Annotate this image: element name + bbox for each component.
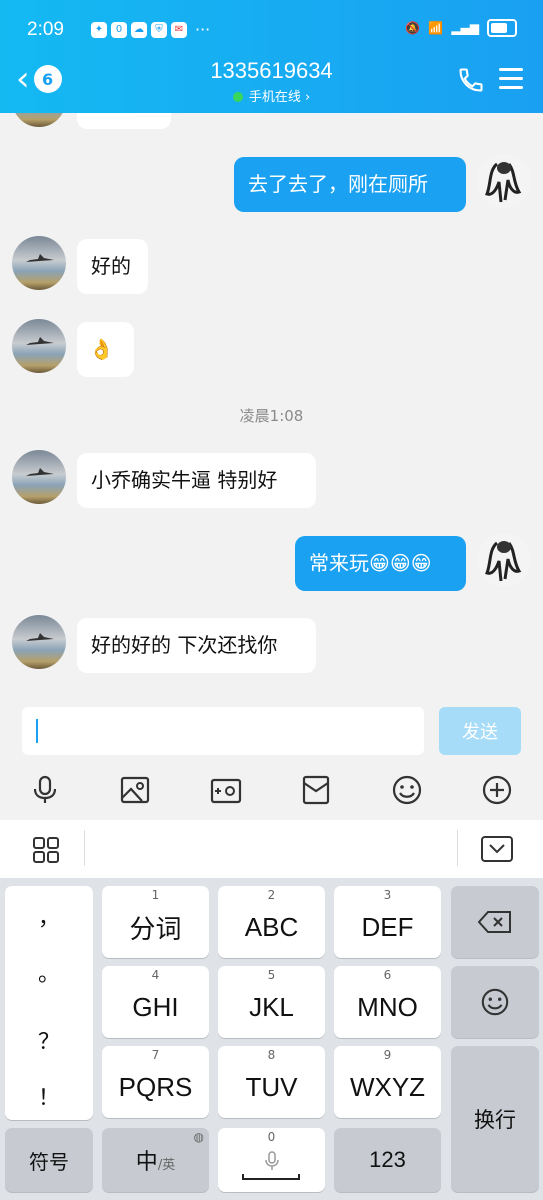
camera-icon[interactable] (210, 774, 242, 806)
chat-area[interactable]: 去了去了，刚在厕所 好的 👌 凌晨1:08 小乔确实牛逼 特别好 常来玩😁😁😁 … (0, 113, 543, 698)
grid-menu-icon[interactable] (32, 836, 60, 864)
message-bubble[interactable]: 好的 (77, 239, 148, 294)
wifi-icon: 📶 (428, 21, 444, 35)
punctuation-column[interactable]: ， 。 ？ ！ (5, 886, 93, 1120)
divider (457, 830, 458, 866)
phone-icon[interactable] (457, 66, 485, 94)
plane-icon (26, 254, 54, 262)
plane-icon (26, 337, 54, 345)
keyboard: ， 。 ？ ！ 1 分词 2 ABC 3 DEF 4 GHI 5 JKL 6 MNO 7 PQ… (0, 878, 543, 1200)
key-6[interactable]: 6 MNO (334, 966, 441, 1038)
emoji-icon (481, 988, 509, 1016)
message-bubble[interactable]: 常来玩😁😁😁 (295, 536, 466, 591)
key-question[interactable]: ？ (5, 1024, 93, 1056)
plus-icon[interactable] (481, 774, 513, 806)
message-bubble[interactable]: 👌 (77, 322, 134, 377)
image-icon[interactable] (119, 774, 151, 806)
key-2[interactable]: 2 ABC (218, 886, 325, 958)
emoji-icon[interactable] (391, 774, 423, 806)
backspace-icon (478, 911, 511, 933)
text-caret (36, 719, 38, 743)
microphone-icon (264, 1151, 279, 1170)
key-5[interactable]: 5 JKL (218, 966, 325, 1038)
my-avatar[interactable] (477, 154, 531, 208)
app-notification-icon: ✦ (91, 21, 107, 38)
hide-keyboard-icon[interactable] (481, 836, 513, 862)
online-status-text: 手机在线 › (248, 90, 311, 105)
red-packet-icon[interactable] (300, 774, 332, 806)
numeric-key[interactable]: 123 (334, 1128, 441, 1192)
globe-icon: ◍ (193, 1130, 204, 1144)
key-exclaim[interactable]: ！ (5, 1080, 93, 1112)
wechat-icon: ☁ (131, 21, 147, 38)
language-switch-key[interactable]: 中/英 ◍ (102, 1128, 209, 1192)
plane-icon (26, 468, 54, 476)
signal-icon: ▂▄▆ (451, 21, 479, 35)
chat-toolbar (0, 764, 543, 820)
symbols-key[interactable]: 符号 (5, 1128, 93, 1192)
battery-icon (487, 19, 517, 37)
menu-icon[interactable] (499, 68, 523, 90)
contact-avatar[interactable] (12, 113, 66, 127)
key-8[interactable]: 8 TUV (218, 1046, 325, 1118)
enter-key[interactable]: 换行 (451, 1046, 539, 1192)
my-avatar[interactable] (477, 533, 531, 587)
plane-icon (26, 633, 54, 641)
message-timestamp: 凌晨1:08 (239, 407, 304, 425)
key-1[interactable]: 1 分词 (102, 886, 209, 958)
message-bubble[interactable]: 小乔确实牛逼 特别好 (77, 453, 316, 508)
ime-toolbar (0, 820, 543, 879)
key-9[interactable]: 9 WXYZ (334, 1046, 441, 1118)
key-4[interactable]: 4 GHI (102, 966, 209, 1038)
key-comma[interactable]: ， (5, 900, 93, 932)
status-right: 🔕 📶 ▂▄▆ (405, 19, 517, 37)
contact-avatar[interactable] (12, 319, 66, 373)
mute-icon: 🔕 (405, 21, 421, 35)
shield-icon: ⛨ (151, 21, 167, 38)
space-key[interactable]: 0 (218, 1128, 325, 1192)
status-time: 2:09 (27, 19, 64, 40)
contact-avatar[interactable] (12, 615, 66, 669)
notification-icons: ✦ 0 ☁ ⛨ ✉ ··· (91, 20, 210, 39)
backspace-key[interactable] (451, 886, 539, 958)
message-bubble-partial (77, 113, 171, 129)
send-button[interactable]: 发送 (439, 707, 521, 755)
message-bubble[interactable]: 好的好的 下次还找你 (77, 618, 316, 673)
contact-avatar[interactable] (12, 450, 66, 504)
space-bar-icon (242, 1174, 300, 1180)
composer-bar: 发送 (0, 698, 543, 764)
key-3[interactable]: 3 DEF (334, 886, 441, 958)
key-7[interactable]: 7 PQRS (102, 1046, 209, 1118)
key-period[interactable]: 。 (5, 956, 93, 988)
contact-avatar[interactable] (12, 236, 66, 290)
chat-header: 2:09 ✦ 0 ☁ ⛨ ✉ ··· 🔕 📶 ▂▄▆ ‹ 6 133561963… (0, 0, 543, 113)
microphone-icon[interactable] (29, 774, 61, 806)
mail-icon: ✉ (171, 21, 187, 38)
emoji-key[interactable] (451, 966, 539, 1038)
status-bar: 2:09 ✦ 0 ☁ ⛨ ✉ ··· 🔕 📶 ▂▄▆ (0, 0, 543, 60)
message-input[interactable] (22, 707, 424, 755)
divider (84, 830, 85, 866)
online-dot-icon (232, 92, 243, 102)
app-notification-icon: 0 (111, 21, 127, 38)
more-notifications-icon: ··· (195, 20, 211, 39)
message-bubble[interactable]: 去了去了，刚在厕所 (234, 157, 466, 212)
